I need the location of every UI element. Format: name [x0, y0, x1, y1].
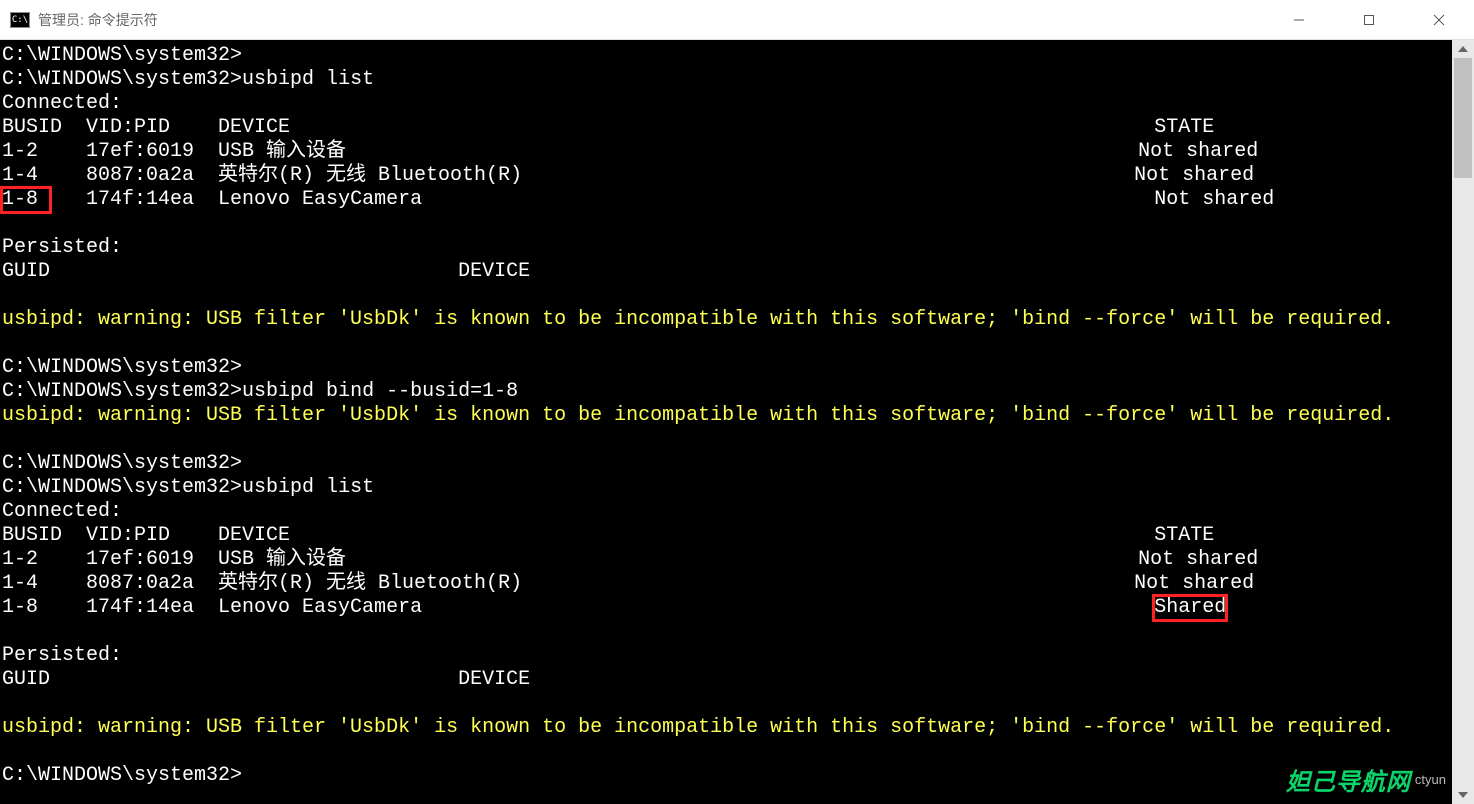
prompt-line: C:\WINDOWS\system32>: [2, 44, 242, 67]
prompt-line: C:\WINDOWS\system32>: [2, 68, 242, 91]
vertical-scrollbar[interactable]: [1452, 40, 1474, 804]
window-controls: [1264, 0, 1474, 39]
command-text: usbipd bind --busid=1-8: [242, 380, 518, 403]
highlighted-busid: 1-8: [2, 188, 50, 212]
section-label: Connected:: [2, 500, 122, 523]
command-text: usbipd list: [242, 476, 374, 499]
prompt-line: C:\WINDOWS\system32>: [2, 452, 242, 475]
prompt-line: C:\WINDOWS\system32>: [2, 764, 242, 787]
scroll-up-icon[interactable]: [1452, 40, 1474, 58]
prompt-line: C:\WINDOWS\system32>: [2, 356, 242, 379]
section-label: Persisted:: [2, 236, 122, 259]
scroll-down-icon[interactable]: [1452, 786, 1474, 804]
table-header: BUSID VID:PID DEVICE STATE: [2, 524, 1214, 547]
section-label: Connected:: [2, 92, 122, 115]
highlighted-state: Shared: [1154, 596, 1226, 620]
warning-text: usbipd: warning: USB filter 'UsbDk' is k…: [2, 716, 1394, 739]
table-header: GUID DEVICE: [2, 260, 530, 283]
minimize-button[interactable]: [1264, 0, 1334, 39]
terminal-wrapper: C:\WINDOWS\system32> C:\WINDOWS\system32…: [0, 40, 1474, 804]
maximize-button[interactable]: [1334, 0, 1404, 39]
table-header: BUSID VID:PID DEVICE STATE: [2, 116, 1214, 139]
table-row: 1-4 8087:0a2a 英特尔(R) 无线 Bluetooth(R) Not…: [2, 572, 1254, 595]
table-row: 1-2 17ef:6019 USB 输入设备 Not shared: [2, 548, 1258, 571]
window-title: 管理员: 命令提示符: [38, 10, 1264, 30]
warning-text: usbipd: warning: USB filter 'UsbDk' is k…: [2, 308, 1394, 331]
terminal-output[interactable]: C:\WINDOWS\system32> C:\WINDOWS\system32…: [0, 40, 1452, 804]
prompt-line: C:\WINDOWS\system32>: [2, 380, 242, 403]
table-row: 174f:14ea Lenovo EasyCamera Not shared: [50, 188, 1274, 211]
close-button[interactable]: [1404, 0, 1474, 39]
table-row: 1-2 17ef:6019 USB 输入设备 Not shared: [2, 140, 1258, 163]
table-header: GUID DEVICE: [2, 668, 530, 691]
scrollbar-thumb[interactable]: [1454, 58, 1472, 178]
section-label: Persisted:: [2, 644, 122, 667]
table-row: 1-8 174f:14ea Lenovo EasyCamera: [2, 596, 1154, 619]
prompt-line: C:\WINDOWS\system32>: [2, 476, 242, 499]
warning-text: usbipd: warning: USB filter 'UsbDk' is k…: [2, 404, 1394, 427]
cmd-icon: C:\: [10, 12, 30, 28]
table-row: 1-4 8087:0a2a 英特尔(R) 无线 Bluetooth(R) Not…: [2, 164, 1254, 187]
command-text: usbipd list: [242, 68, 374, 91]
titlebar: C:\ 管理员: 命令提示符: [0, 0, 1474, 40]
